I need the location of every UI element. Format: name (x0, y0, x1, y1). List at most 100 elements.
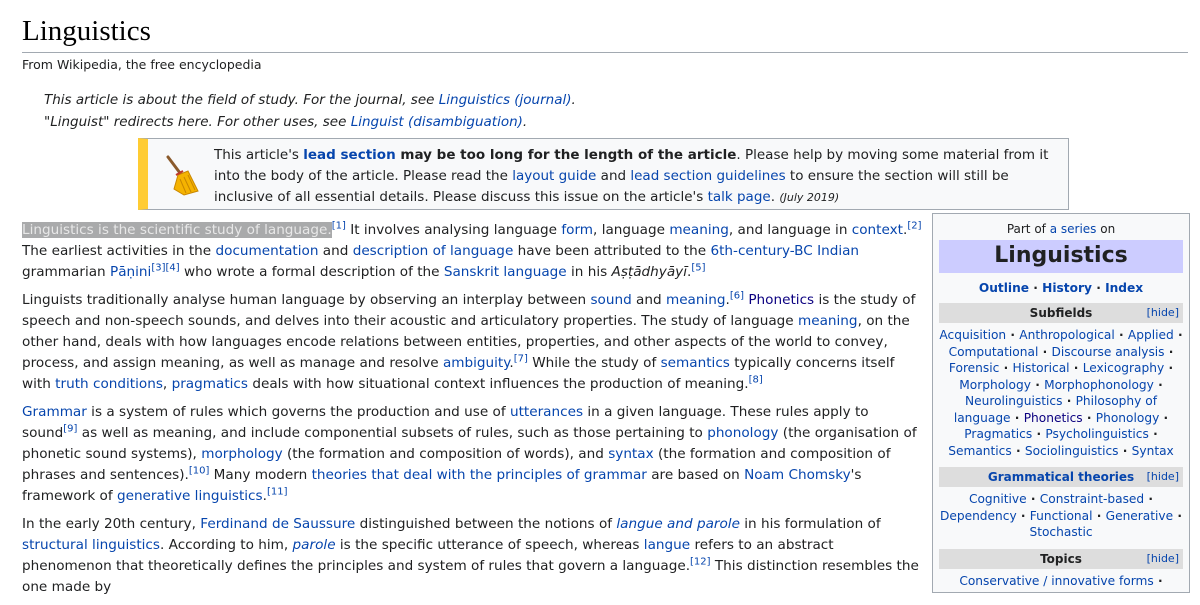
nav-history[interactable]: History (1042, 281, 1092, 295)
link-sanskrit-language[interactable]: Sanskrit language (444, 264, 567, 280)
series-title[interactable]: Linguistics (939, 240, 1183, 273)
link-series[interactable]: a series (1050, 222, 1097, 236)
link-linguistics-journal[interactable]: Linguistics (journal) (439, 92, 572, 108)
ref-link[interactable]: [11] (267, 486, 288, 497)
ref-link[interactable]: [1] (332, 220, 346, 231)
hide-topics-button[interactable]: [hide] (1147, 552, 1179, 565)
ref-link[interactable]: [12] (690, 556, 711, 567)
link-phonetics[interactable]: Phonetics (748, 292, 814, 308)
link-layout-guide[interactable]: layout guide (512, 168, 596, 184)
link-grammatical-theories[interactable]: Grammatical theories (988, 470, 1134, 484)
subfield-item[interactable]: Morphology (959, 378, 1031, 392)
link-noam-chomsky[interactable]: Noam Chomsky (744, 467, 851, 483)
nav-outline[interactable]: Outline (979, 281, 1029, 295)
grammatical-theory-item[interactable]: Dependency (940, 509, 1017, 523)
subfield-item[interactable]: Psycholinguistics (1045, 427, 1149, 441)
ref-link[interactable]: [4] (165, 262, 179, 273)
ref[interactable]: [5] (691, 262, 705, 273)
ref[interactable]: [3][4] (151, 262, 179, 273)
link-talk-page[interactable]: talk page (708, 189, 771, 205)
subfield-item[interactable]: Acquisition (939, 328, 1006, 342)
link-6th-century-bc-indian[interactable]: 6th-century-BC Indian (710, 243, 859, 259)
link-sound[interactable]: sound (590, 292, 631, 308)
link-documentation[interactable]: documentation (216, 243, 319, 259)
link-meaning-3[interactable]: meaning (798, 313, 858, 329)
link-ambiguity[interactable]: ambiguity (443, 355, 509, 371)
subfield-item[interactable]: Syntax (1132, 444, 1174, 458)
hatnote-text: "Linguist" redirects here. For other use… (44, 114, 351, 130)
hatnote-text: . (571, 92, 576, 108)
subfield-item[interactable]: Historical (1012, 361, 1069, 375)
subfield-item[interactable]: Discourse analysis (1051, 345, 1164, 359)
link-description-of-language[interactable]: description of language (353, 243, 514, 259)
grammatical-theory-item[interactable]: Stochastic (1029, 525, 1092, 539)
link-grammar[interactable]: Grammar (22, 404, 87, 420)
subfield-item[interactable]: Forensic (949, 361, 999, 375)
link-langue[interactable]: langue (644, 537, 690, 553)
link-generative-linguistics[interactable]: generative linguistics (117, 488, 263, 504)
subfield-item[interactable]: Neurolinguistics (965, 394, 1062, 408)
subfield-item[interactable]: Computational (949, 345, 1039, 359)
link-phonology[interactable]: phonology (707, 425, 778, 441)
link-truth-conditions[interactable]: truth conditions (55, 376, 163, 392)
link-pragmatics[interactable]: pragmatics (172, 376, 248, 392)
link-structural-linguistics[interactable]: structural linguistics (22, 537, 160, 553)
nav-index[interactable]: Index (1105, 281, 1143, 295)
ref[interactable]: [9] (63, 423, 77, 434)
grammatical-theory-item[interactable]: Constraint-based (1040, 492, 1144, 506)
link-syntax[interactable]: syntax (608, 446, 653, 462)
hide-grammatical-theories-button[interactable]: [hide] (1147, 470, 1179, 483)
link-lead-section-guidelines[interactable]: lead section guidelines (630, 168, 785, 184)
subfield-item[interactable]: Phonology (1096, 411, 1160, 425)
link-utterances[interactable]: utterances (510, 404, 583, 420)
paragraph-grammar: Grammar is a system of rules which gover… (22, 402, 922, 507)
topic-item[interactable]: Conservative / innovative forms (959, 574, 1153, 588)
ref[interactable]: [12] (690, 556, 711, 567)
text: In the early 20th century, (22, 516, 201, 532)
link-meaning[interactable]: meaning (669, 222, 729, 238)
link-lead-section[interactable]: lead section (303, 147, 395, 163)
link-parole[interactable]: parole (293, 537, 336, 553)
ref[interactable]: [1] (332, 220, 346, 231)
link-meaning-2[interactable]: meaning (666, 292, 726, 308)
ref[interactable]: [10] (189, 465, 210, 476)
subfield-item[interactable]: Pragmatics (964, 427, 1032, 441)
separator: · (1091, 281, 1106, 295)
subfield-item[interactable]: Morphophonology (1044, 378, 1154, 392)
subfield-item[interactable]: Phonetics (1024, 411, 1083, 425)
link-ferdinand-de-saussure[interactable]: Ferdinand de Saussure (200, 516, 355, 532)
ref-link[interactable]: [5] (691, 262, 705, 273)
ref-link[interactable]: [6] (730, 290, 744, 301)
ref-link[interactable]: [10] (189, 465, 210, 476)
ref-link[interactable]: [3] (151, 262, 165, 273)
separator: · (1026, 492, 1040, 506)
link-form[interactable]: form (561, 222, 593, 238)
text: While the study of (527, 355, 661, 371)
grammatical-theory-item[interactable]: Functional (1030, 509, 1093, 523)
subfield-item[interactable]: Anthropological (1019, 328, 1114, 342)
ref[interactable]: [2] (907, 220, 921, 231)
ref-link[interactable]: [7] (514, 353, 528, 364)
link-linguist-disambiguation[interactable]: Linguist (disambiguation) (351, 114, 523, 130)
ref[interactable]: [11] (267, 486, 288, 497)
grammatical-theory-item[interactable]: Cognitive (969, 492, 1027, 506)
link-context[interactable]: context (852, 222, 903, 238)
link-morphology[interactable]: morphology (201, 446, 282, 462)
ref-link[interactable]: [9] (63, 423, 77, 434)
link-panini[interactable]: Pāṇini (110, 264, 151, 280)
link-langue-and-parole[interactable]: langue and parole (616, 516, 740, 532)
subfield-item[interactable]: Semantics (948, 444, 1012, 458)
link-theories-of-grammar[interactable]: theories that deal with the principles o… (312, 467, 647, 483)
ref[interactable]: [8] (749, 374, 763, 385)
ref-link[interactable]: [2] (907, 220, 921, 231)
hide-subfields-button[interactable]: [hide] (1147, 306, 1179, 319)
ref[interactable]: [7] (514, 353, 528, 364)
subfield-item[interactable]: Lexicography (1083, 361, 1165, 375)
subfield-item[interactable]: Applied (1128, 328, 1174, 342)
link-semantics[interactable]: semantics (661, 355, 730, 371)
grammatical-theory-item[interactable]: Generative (1106, 509, 1174, 523)
subfield-item[interactable]: Sociolinguistics (1025, 444, 1119, 458)
selected-text[interactable]: Linguistics is the scientific study of l… (22, 222, 332, 238)
ref[interactable]: [6] (730, 290, 744, 301)
ref-link[interactable]: [8] (749, 374, 763, 385)
